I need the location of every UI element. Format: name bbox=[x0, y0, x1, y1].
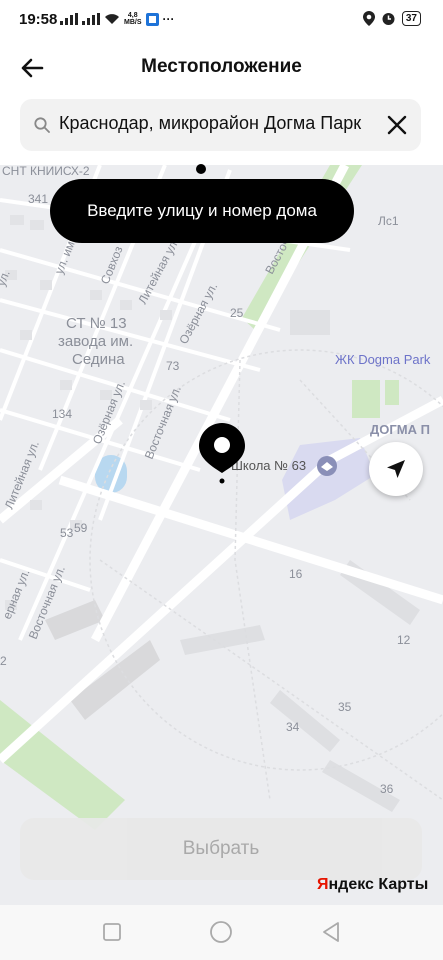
select-location-button[interactable]: Выбрать bbox=[20, 818, 422, 880]
footpaths bbox=[89, 349, 443, 801]
status-left-icons: 4,8 MB/S ··· bbox=[60, 12, 175, 26]
close-icon bbox=[387, 115, 407, 135]
building bbox=[270, 690, 340, 752]
map-pin bbox=[198, 423, 246, 492]
label-36: 36 bbox=[380, 782, 394, 796]
label-35: 35 bbox=[338, 700, 352, 714]
label-ernaya: ерная ул. bbox=[0, 567, 32, 621]
yandex-maps-attribution[interactable]: Яндекс Карты bbox=[317, 876, 428, 894]
label-16: 16 bbox=[289, 567, 303, 581]
search-icon bbox=[34, 117, 50, 133]
location-icon bbox=[362, 11, 375, 26]
home-button[interactable] bbox=[208, 919, 234, 945]
label-341: 341 bbox=[28, 192, 48, 206]
app-notification-icon bbox=[145, 12, 159, 26]
status-bar: 19:58 4,8 MB/S ··· 37 bbox=[0, 0, 443, 40]
circle-icon bbox=[210, 921, 232, 943]
building bbox=[180, 625, 265, 655]
label-dogma: ДОГМА П bbox=[370, 422, 430, 437]
more-notifications: ··· bbox=[162, 12, 175, 26]
label-73: 73 bbox=[166, 359, 180, 373]
tooltip-anchor-dot bbox=[196, 164, 206, 174]
signal-icon-2 bbox=[82, 13, 100, 25]
label-34: 34 bbox=[286, 720, 300, 734]
signal-icon bbox=[60, 13, 78, 25]
label-25: 25 bbox=[230, 306, 244, 320]
label-134: 134 bbox=[52, 407, 72, 421]
label-sovkhoz: Совхоз bbox=[98, 244, 126, 286]
recent-apps-button[interactable] bbox=[99, 919, 125, 945]
school-building bbox=[282, 438, 375, 520]
map-view[interactable]: СНТ КНИИСХ-2 341 ул. ул. им. Совхоз Лите… bbox=[0, 165, 443, 905]
map-pin-icon bbox=[199, 423, 245, 484]
triangle-back-icon bbox=[323, 922, 339, 942]
address-hint-tooltip: Введите улицу и номер дома bbox=[50, 179, 354, 243]
system-nav-bar bbox=[0, 905, 443, 960]
label-2: 2 bbox=[0, 654, 7, 668]
search-input-value[interactable]: Краснодар, микрорайон Догма Парк bbox=[59, 113, 361, 134]
label-st13-3: Седина bbox=[72, 351, 125, 368]
address-search-field[interactable]: Краснодар, микрорайон Догма Парк bbox=[20, 99, 421, 151]
label-12: 12 bbox=[397, 633, 411, 647]
wifi-icon bbox=[105, 14, 119, 24]
label-53-visible: 53 bbox=[60, 526, 74, 540]
school-icon bbox=[317, 456, 337, 476]
system-back-button[interactable] bbox=[318, 919, 344, 945]
status-time: 19:58 bbox=[19, 11, 58, 28]
app-header: Местоположение bbox=[0, 40, 443, 96]
status-right-icons: 37 bbox=[362, 11, 421, 26]
label-st13-2: завода им. bbox=[58, 333, 133, 350]
navigation-arrow-icon bbox=[387, 460, 405, 478]
net-speed: 4,8 MB/S bbox=[124, 12, 142, 26]
green-field-2 bbox=[385, 380, 399, 405]
green-field bbox=[352, 380, 380, 418]
my-location-button[interactable] bbox=[369, 442, 423, 496]
page-title: Местоположение bbox=[141, 56, 302, 77]
label-snt: СНТ КНИИСХ-2 bbox=[2, 165, 90, 178]
battery-indicator: 37 bbox=[401, 11, 421, 26]
building bbox=[290, 310, 330, 335]
label-59: 59 bbox=[74, 521, 88, 535]
label-ic1: Лс1 bbox=[378, 214, 399, 228]
clear-search-button[interactable] bbox=[385, 113, 409, 137]
label-zhk: ЖК Dogma Park bbox=[335, 352, 431, 367]
alarm-icon bbox=[382, 13, 395, 25]
green-strip-bottom bbox=[0, 700, 125, 830]
square-icon bbox=[103, 923, 121, 941]
label-st13-1: СТ № 13 bbox=[66, 315, 127, 332]
map-canvas: СНТ КНИИСХ-2 341 ул. ул. им. Совхоз Лите… bbox=[0, 165, 443, 830]
label-ozernaya-top: Озёрная ул. bbox=[176, 280, 220, 346]
